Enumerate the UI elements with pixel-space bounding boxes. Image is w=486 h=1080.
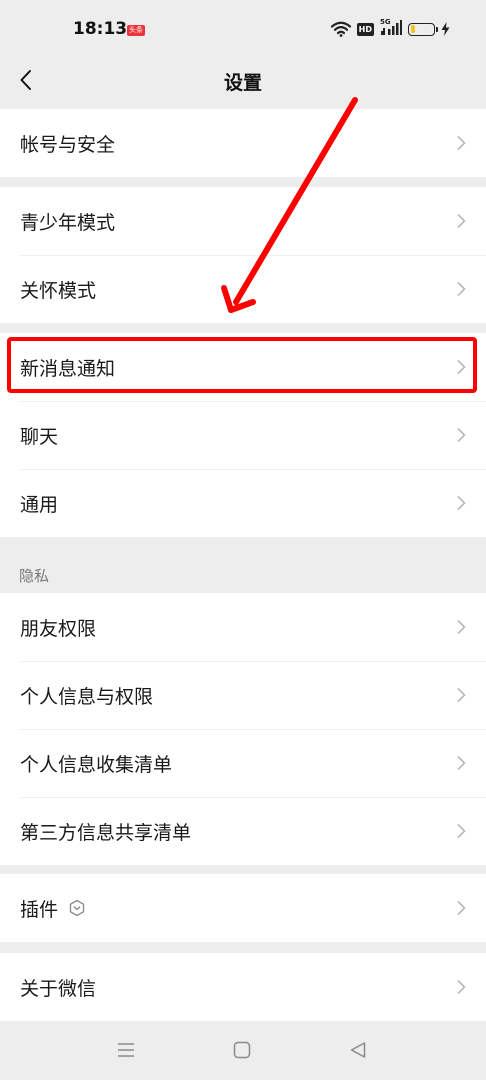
chevron-right-icon: [457, 427, 466, 443]
wifi-icon: [330, 21, 351, 37]
chevron-right-icon: [457, 281, 466, 297]
settings-item-label: 青少年模式: [20, 211, 116, 234]
settings-item-label: 第三方信息共享清单: [20, 821, 192, 844]
settings-item-plugins[interactable]: 插件: [0, 874, 486, 942]
settings-item-label: 关于微信: [20, 977, 97, 1000]
signal-icon: 5G: [380, 18, 402, 38]
settings-group-privacy: 朋友权限 个人信息与权限 个人信息收集清单 第三方信息共享清单: [0, 593, 486, 865]
chevron-right-icon: [457, 687, 466, 703]
settings-group-general: 新消息通知 聊天 通用: [0, 333, 486, 537]
page-title: 设置: [223, 72, 262, 94]
settings-item-new-message-notification[interactable]: 新消息通知: [0, 333, 486, 401]
settings-item-label: 新消息通知: [20, 357, 116, 380]
settings-item-care-mode[interactable]: 关怀模式: [0, 255, 486, 323]
chevron-right-icon: [457, 755, 466, 771]
status-bar: 18:13 头条 HD 5G: [0, 0, 486, 60]
settings-group-account: 帐号与安全: [0, 109, 486, 177]
battery-icon: [408, 22, 438, 36]
chevron-right-icon: [457, 213, 466, 229]
hd-icon: HD: [356, 22, 374, 36]
settings-item-youth-mode[interactable]: 青少年模式: [0, 187, 486, 255]
battery-fill: [410, 25, 415, 33]
system-back-button[interactable]: [347, 1039, 369, 1061]
settings-item-personal-info-permissions[interactable]: 个人信息与权限: [0, 661, 486, 729]
chevron-right-icon: [457, 823, 466, 839]
settings-item-label: 关怀模式: [20, 279, 97, 302]
plugin-icon: [69, 899, 85, 917]
chevron-right-icon: [457, 495, 466, 511]
settings-group-modes: 青少年模式 关怀模式: [0, 187, 486, 323]
home-icon: [233, 1041, 251, 1059]
settings-item-account-security[interactable]: 帐号与安全: [0, 109, 486, 177]
chevron-right-icon: [457, 135, 466, 151]
section-header-privacy: 隐私: [19, 567, 50, 585]
settings-item-label: 个人信息与权限: [20, 685, 154, 708]
menu-icon: [118, 1043, 134, 1057]
chevron-right-icon: [457, 979, 466, 995]
home-button[interactable]: [231, 1039, 253, 1061]
chevron-right-icon: [457, 619, 466, 635]
chevron-right-icon: [457, 900, 466, 916]
settings-item-label: 通用: [20, 493, 59, 516]
settings-item-label: 插件: [20, 898, 59, 921]
settings-item-third-party-sharing-list[interactable]: 第三方信息共享清单: [0, 797, 486, 865]
chevron-right-icon: [457, 359, 466, 375]
settings-item-label: 朋友权限: [20, 617, 97, 640]
settings-group-about: 关于微信: [0, 953, 486, 1021]
menu-button[interactable]: [115, 1039, 137, 1061]
settings-item-label: 个人信息收集清单: [20, 753, 173, 776]
back-icon: [350, 1042, 366, 1058]
news-app-badge: 头条: [127, 25, 145, 36]
nav-bar: 设置: [0, 60, 486, 108]
settings-item-personal-info-collection-list[interactable]: 个人信息收集清单: [0, 729, 486, 797]
settings-item-about-wechat[interactable]: 关于微信: [0, 953, 486, 1021]
settings-item-friend-permissions[interactable]: 朋友权限: [0, 593, 486, 661]
status-icons: HD 5G: [330, 18, 450, 38]
charging-icon: [441, 22, 450, 36]
settings-group-plugins: 插件: [0, 874, 486, 942]
settings-item-label: 聊天: [20, 425, 59, 448]
settings-item-label: 帐号与安全: [20, 133, 116, 156]
status-time: 18:13: [73, 19, 128, 39]
settings-item-general[interactable]: 通用: [0, 469, 486, 537]
settings-item-chat[interactable]: 聊天: [0, 401, 486, 469]
system-navigation-bar: [0, 1021, 486, 1080]
